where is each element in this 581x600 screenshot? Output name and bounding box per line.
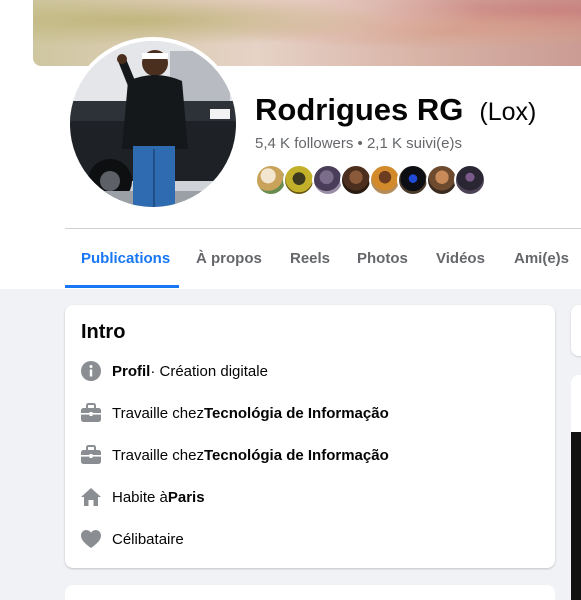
profile-tabs: Publications À propos Reels Photos Vidéo… — [65, 229, 581, 288]
briefcase-icon — [79, 443, 103, 467]
intro-lives-text: Habite à — [112, 488, 168, 506]
tab-reels[interactable]: Reels — [290, 229, 330, 288]
right-column-card — [571, 305, 581, 356]
briefcase-icon — [79, 401, 103, 425]
home-icon — [79, 485, 103, 509]
intro-item-relationship: Célibataire — [79, 527, 184, 551]
next-card — [65, 585, 555, 600]
intro-lives-city[interactable]: Paris — [168, 489, 205, 506]
intro-work-company[interactable]: Tecnológia de Informação — [204, 405, 389, 422]
friend-avatar[interactable] — [283, 164, 315, 196]
intro-item-lives-in: Habite à Paris — [79, 485, 205, 509]
friend-avatar[interactable] — [397, 164, 429, 196]
profile-name: Rodrigues RG — [255, 92, 464, 127]
intro-profile-category: · Création digitale — [150, 362, 268, 380]
intro-item-work: Travaille chez Tecnológia de Informação — [79, 443, 389, 467]
heart-icon — [79, 527, 103, 551]
tab-publications[interactable]: Publications — [81, 229, 170, 288]
intro-work-text: Travaille chez — [112, 404, 204, 422]
intro-work-text: Travaille chez — [112, 446, 204, 464]
tab-videos[interactable]: Vidéos — [436, 229, 485, 288]
active-tab-indicator — [65, 285, 179, 288]
right-column-media[interactable] — [571, 432, 581, 600]
tab-a-propos[interactable]: À propos — [196, 229, 262, 288]
intro-item-work: Travaille chez Tecnológia de Informação — [79, 401, 389, 425]
intro-item-profile: Profil · Création digitale — [79, 359, 268, 383]
info-icon — [79, 359, 103, 383]
friend-avatar[interactable] — [454, 164, 486, 196]
intro-profile-label: Profil — [112, 362, 151, 380]
intro-card: Intro Profil · Création digitale Travail… — [65, 305, 555, 568]
profile-alternate-name: (Lox) — [479, 98, 537, 126]
tab-photos[interactable]: Photos — [357, 229, 408, 288]
intro-relationship-text: Célibataire — [112, 530, 184, 548]
friend-avatar[interactable] — [340, 164, 372, 196]
profile-avatar[interactable] — [70, 41, 236, 207]
tab-amis[interactable]: Ami(e)s — [514, 229, 569, 288]
follower-stats[interactable]: 5,4 K followers • 2,1 K suivi(e)s — [255, 135, 462, 152]
intro-title: Intro — [81, 321, 126, 343]
intro-work-company[interactable]: Tecnológia de Informação — [204, 447, 389, 464]
